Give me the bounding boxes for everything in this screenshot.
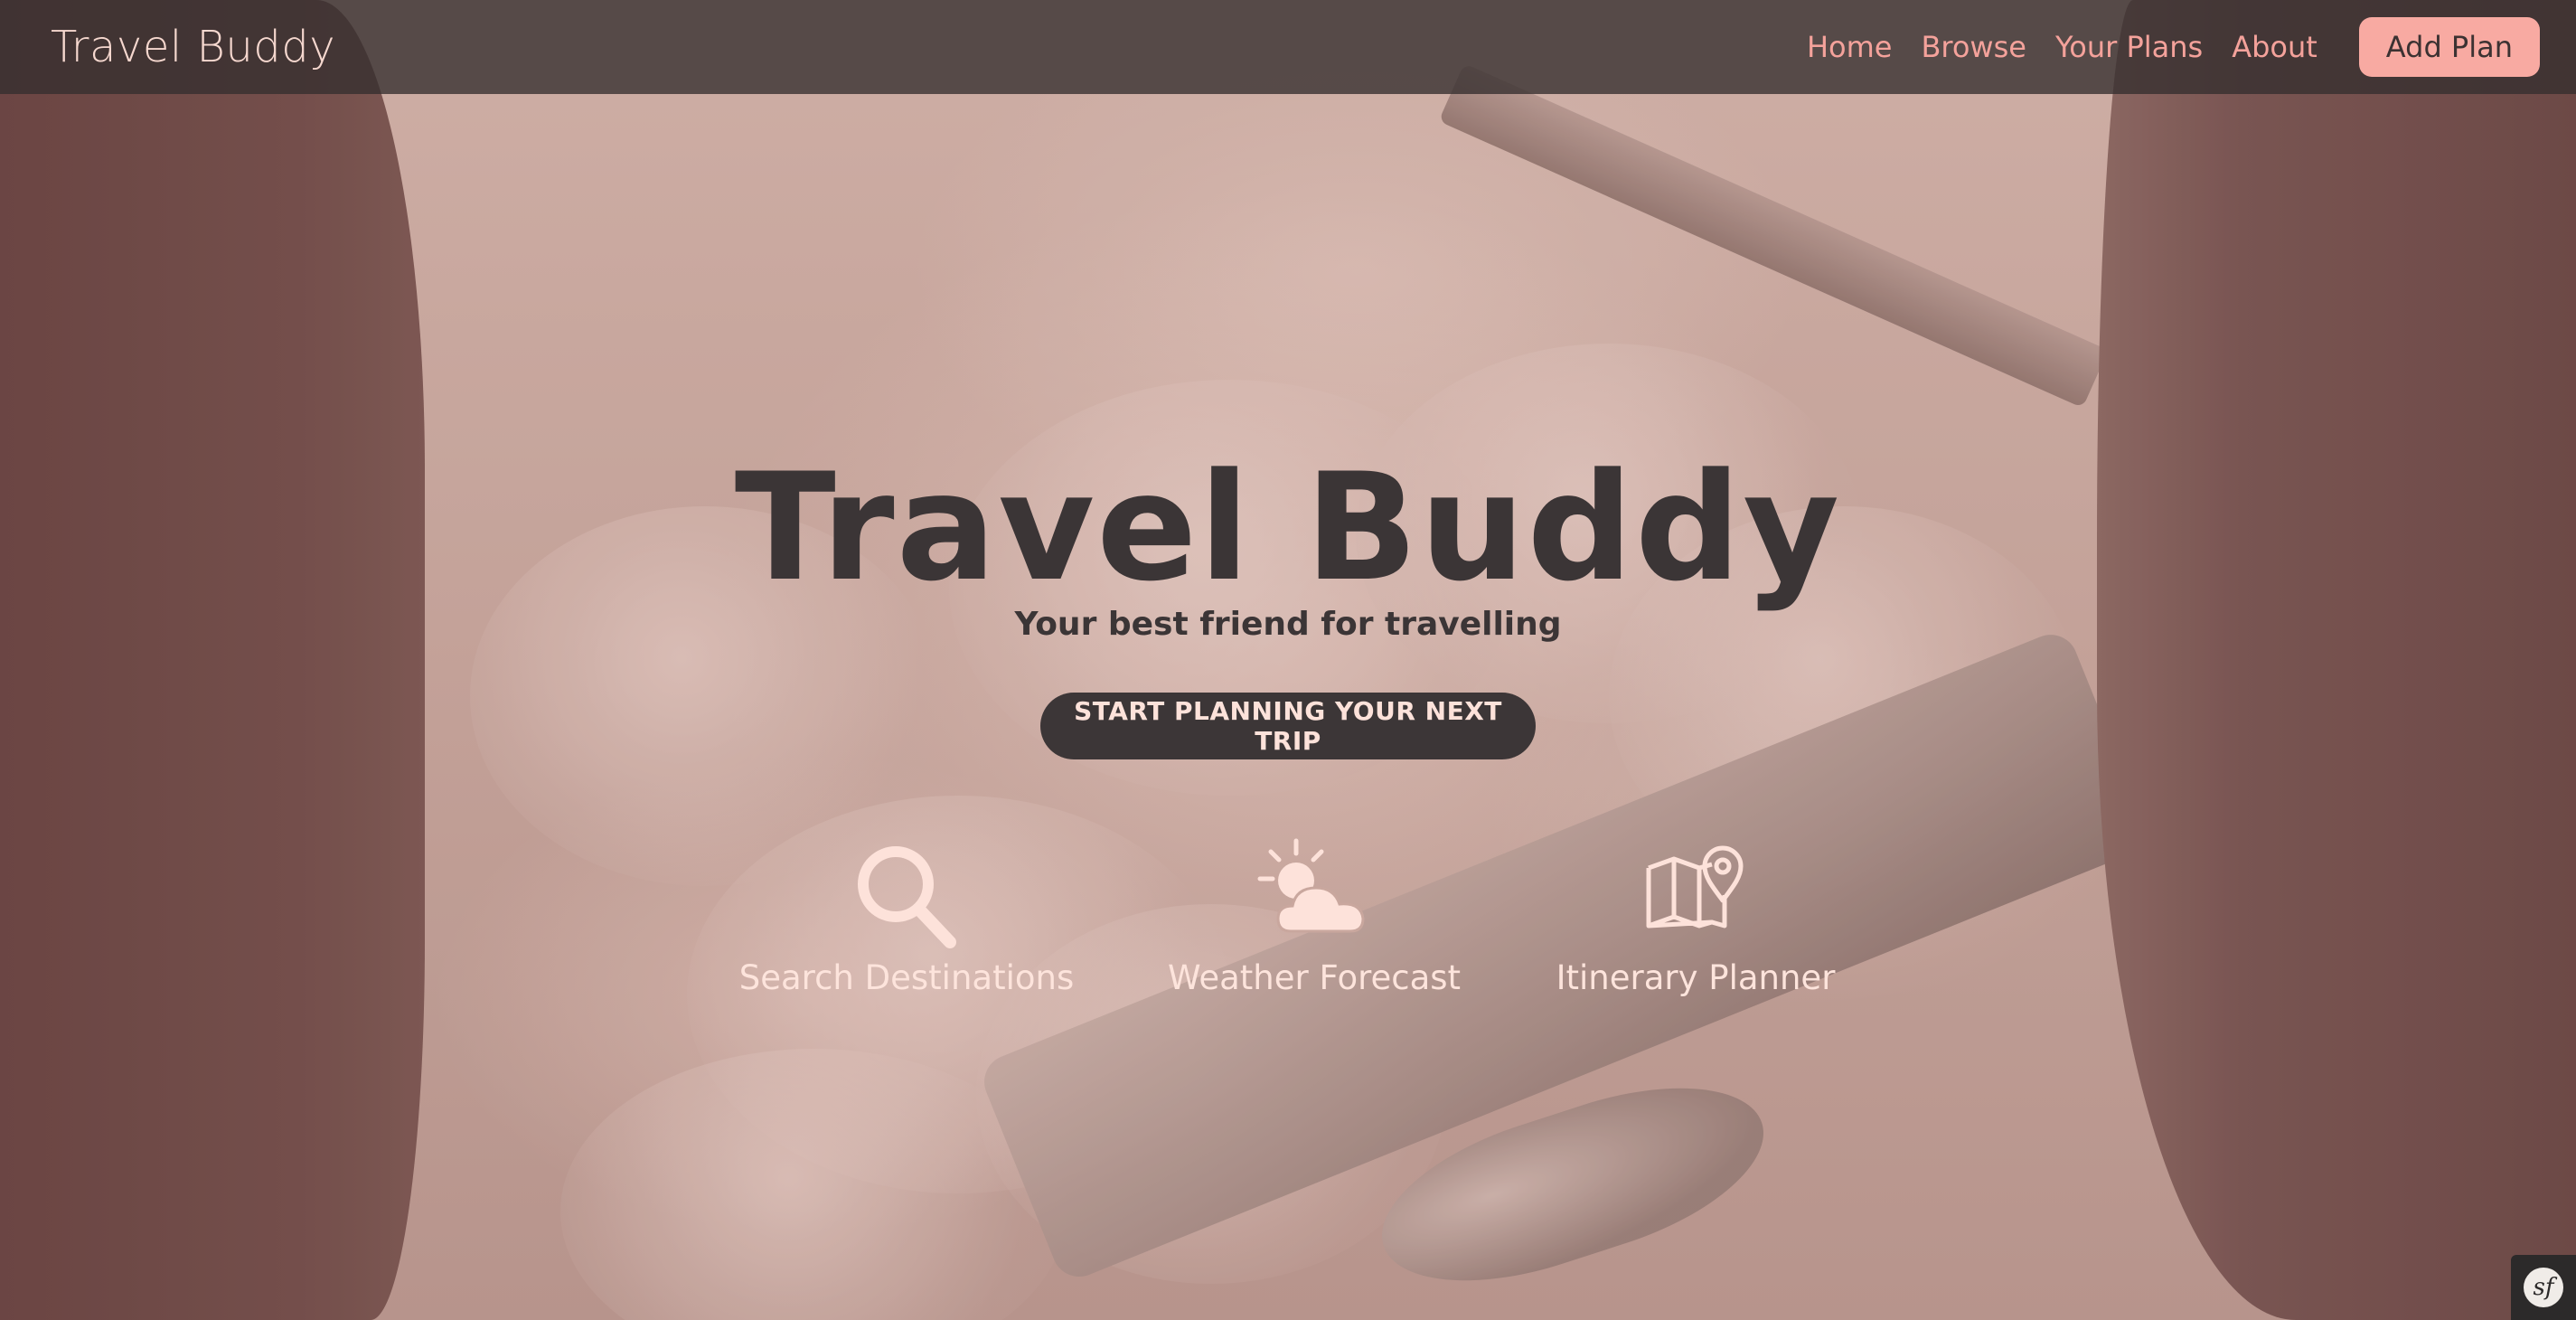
start-planning-button[interactable]: START PLANNING YOUR NEXT TRIP: [1040, 693, 1536, 759]
search-icon: [858, 846, 956, 948]
feature-label: Weather Forecast: [1167, 958, 1462, 997]
symfony-toolbar-toggle[interactable]: sf: [2511, 1255, 2576, 1320]
page: Travel Buddy Home Browse Your Plans Abou…: [0, 0, 2576, 1320]
hero-section: Travel Buddy Your best friend for travel…: [0, 0, 2576, 1320]
feature-weather-forecast[interactable]: Weather Forecast: [1124, 832, 1504, 997]
feature-search-destinations[interactable]: Search Destinations: [717, 832, 1096, 997]
partly-cloudy-icon: [1257, 838, 1365, 933]
symfony-icon: sf: [2524, 1268, 2563, 1307]
feature-label: Itinerary Planner: [1556, 958, 1836, 997]
hero-subtitle: Your best friend for travelling: [1014, 606, 1562, 643]
feature-itinerary-planner[interactable]: Itinerary Planner: [1506, 832, 1885, 997]
hero-title: Travel Buddy: [734, 441, 1842, 614]
map-pin-icon: [1646, 845, 1744, 929]
feature-label: Search Destinations: [738, 958, 1075, 997]
